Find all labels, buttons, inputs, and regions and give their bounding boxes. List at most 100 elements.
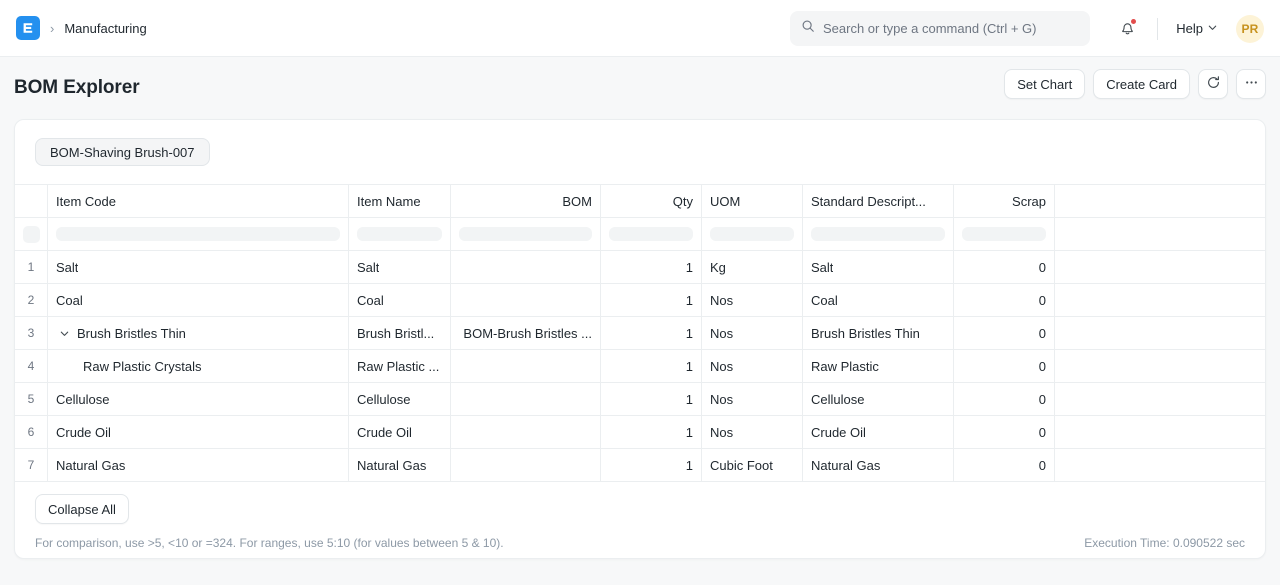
cell-qty[interactable]: 1 <box>601 383 702 415</box>
filter-placeholder <box>962 227 1046 241</box>
cell-item-code[interactable]: Natural Gas <box>48 449 349 481</box>
table-row[interactable]: 6Crude OilCrude Oil1NosCrude Oil0 <box>15 415 1265 448</box>
table-row[interactable]: 1SaltSalt1KgSalt0 <box>15 250 1265 283</box>
cell-bom[interactable] <box>451 284 601 316</box>
cell-filler <box>1055 449 1265 481</box>
cell-qty[interactable]: 1 <box>601 317 702 349</box>
cell-uom[interactable]: Cubic Foot <box>702 449 803 481</box>
cell-item-code[interactable]: Brush Bristles Thin <box>48 317 349 349</box>
filter-cell-filler <box>1055 218 1265 250</box>
global-search[interactable]: Search or type a command (Ctrl + G) <box>790 11 1090 46</box>
cell-scrap[interactable]: 0 <box>954 383 1055 415</box>
cell-standard-description[interactable]: Crude Oil <box>803 416 954 448</box>
cell-item-name[interactable]: Coal <box>349 284 451 316</box>
cell-standard-description[interactable]: Salt <box>803 251 954 283</box>
cell-item-code[interactable]: Raw Plastic Crystals <box>48 350 349 382</box>
search-input-wrapper[interactable]: Search or type a command (Ctrl + G) <box>790 11 1090 46</box>
set-chart-button[interactable]: Set Chart <box>1004 69 1085 99</box>
cell-bom[interactable] <box>451 449 601 481</box>
header-cell-item-name[interactable]: Item Name <box>349 185 451 217</box>
cell-scrap[interactable]: 0 <box>954 416 1055 448</box>
cell-scrap[interactable]: 0 <box>954 350 1055 382</box>
cell-item-name[interactable]: Raw Plastic ... <box>349 350 451 382</box>
avatar[interactable]: PR <box>1236 15 1264 43</box>
cell-uom[interactable]: Nos <box>702 383 803 415</box>
cell-row-index: 1 <box>15 251 48 283</box>
cell-item-name[interactable]: Crude Oil <box>349 416 451 448</box>
cell-qty[interactable]: 1 <box>601 251 702 283</box>
cell-bom[interactable] <box>451 251 601 283</box>
chevron-down-icon[interactable] <box>56 325 72 341</box>
cell-bom[interactable] <box>451 383 601 415</box>
create-card-button[interactable]: Create Card <box>1093 69 1190 99</box>
cell-item-code[interactable]: Cellulose <box>48 383 349 415</box>
cell-uom[interactable]: Nos <box>702 350 803 382</box>
cell-qty[interactable]: 1 <box>601 449 702 481</box>
table-row[interactable]: 7Natural GasNatural Gas1Cubic FootNatura… <box>15 448 1265 481</box>
cell-item-name-text: Salt <box>357 260 379 275</box>
cell-row-index: 4 <box>15 350 48 382</box>
cell-qty[interactable]: 1 <box>601 284 702 316</box>
cell-uom[interactable]: Kg <box>702 251 803 283</box>
table-row[interactable]: 5CelluloseCellulose1NosCellulose0 <box>15 382 1265 415</box>
cell-uom[interactable]: Nos <box>702 284 803 316</box>
breadcrumb-item-manufacturing[interactable]: Manufacturing <box>64 21 146 36</box>
cell-uom[interactable]: Nos <box>702 416 803 448</box>
cell-bom-text: BOM-Brush Bristles ... <box>463 326 592 341</box>
cell-item-name[interactable]: Brush Bristl... <box>349 317 451 349</box>
cell-bom[interactable] <box>451 350 601 382</box>
cell-item-code[interactable]: Coal <box>48 284 349 316</box>
cell-item-code[interactable]: Salt <box>48 251 349 283</box>
table-row[interactable]: 2CoalCoal1NosCoal0 <box>15 283 1265 316</box>
cell-item-code[interactable]: Crude Oil <box>48 416 349 448</box>
cell-standard-description[interactable]: Coal <box>803 284 954 316</box>
filter-input-scrap[interactable] <box>954 218 1055 250</box>
cell-item-name[interactable]: Natural Gas <box>349 449 451 481</box>
refresh-button[interactable] <box>1198 69 1228 99</box>
cell-qty[interactable]: 1 <box>601 416 702 448</box>
header-cell-bom[interactable]: BOM <box>451 185 601 217</box>
cell-item-code-text: Raw Plastic Crystals <box>56 359 201 374</box>
filter-input-item-code[interactable] <box>48 218 349 250</box>
help-menu-button[interactable]: Help <box>1172 17 1222 40</box>
header-cell-item-code[interactable]: Item Code <box>48 185 349 217</box>
cell-bom[interactable] <box>451 416 601 448</box>
header-cell-uom[interactable]: UOM <box>702 185 803 217</box>
erpnext-logo-icon[interactable] <box>16 16 40 40</box>
cell-item-name[interactable]: Salt <box>349 251 451 283</box>
filter-input-item-name[interactable] <box>349 218 451 250</box>
header-cell-qty[interactable]: Qty <box>601 185 702 217</box>
header-cell-scrap[interactable]: Scrap <box>954 185 1055 217</box>
cell-bom[interactable]: BOM-Brush Bristles ... <box>451 317 601 349</box>
table-row[interactable]: 3Brush Bristles ThinBrush Bristl...BOM-B… <box>15 316 1265 349</box>
cell-standard-description[interactable]: Raw Plastic <box>803 350 954 382</box>
more-options-button[interactable] <box>1236 69 1266 99</box>
filter-area: BOM-Shaving Brush-007 <box>15 120 1265 184</box>
search-icon <box>801 19 815 38</box>
cell-uom[interactable]: Nos <box>702 317 803 349</box>
cell-standard-description-text: Crude Oil <box>811 425 866 440</box>
filter-input-standard-description[interactable] <box>803 218 954 250</box>
cell-standard-description[interactable]: Brush Bristles Thin <box>803 317 954 349</box>
cell-item-name[interactable]: Cellulose <box>349 383 451 415</box>
collapse-all-button[interactable]: Collapse All <box>35 494 129 524</box>
datatable-header-row: Item Code Item Name BOM Qty UOM Standard… <box>15 184 1265 217</box>
bom-filter-chip[interactable]: BOM-Shaving Brush-007 <box>35 138 210 166</box>
notifications-button[interactable] <box>1111 13 1143 45</box>
header-cell-index <box>15 185 48 217</box>
cell-scrap[interactable]: 0 <box>954 251 1055 283</box>
filter-input-qty[interactable] <box>601 218 702 250</box>
cell-standard-description[interactable]: Natural Gas <box>803 449 954 481</box>
table-row[interactable]: 4 Raw Plastic Crystals Raw Plastic ... 1Nos… <box>15 349 1265 382</box>
notification-badge-dot <box>1131 19 1136 24</box>
cell-row-index: 7 <box>15 449 48 481</box>
cell-standard-description[interactable]: Cellulose <box>803 383 954 415</box>
filter-placeholder <box>357 227 442 241</box>
cell-qty[interactable]: 1 <box>601 350 702 382</box>
filter-input-bom[interactable] <box>451 218 601 250</box>
header-cell-standard-description[interactable]: Standard Descript... <box>803 185 954 217</box>
cell-scrap[interactable]: 0 <box>954 284 1055 316</box>
filter-input-uom[interactable] <box>702 218 803 250</box>
cell-scrap[interactable]: 0 <box>954 317 1055 349</box>
cell-scrap[interactable]: 0 <box>954 449 1055 481</box>
